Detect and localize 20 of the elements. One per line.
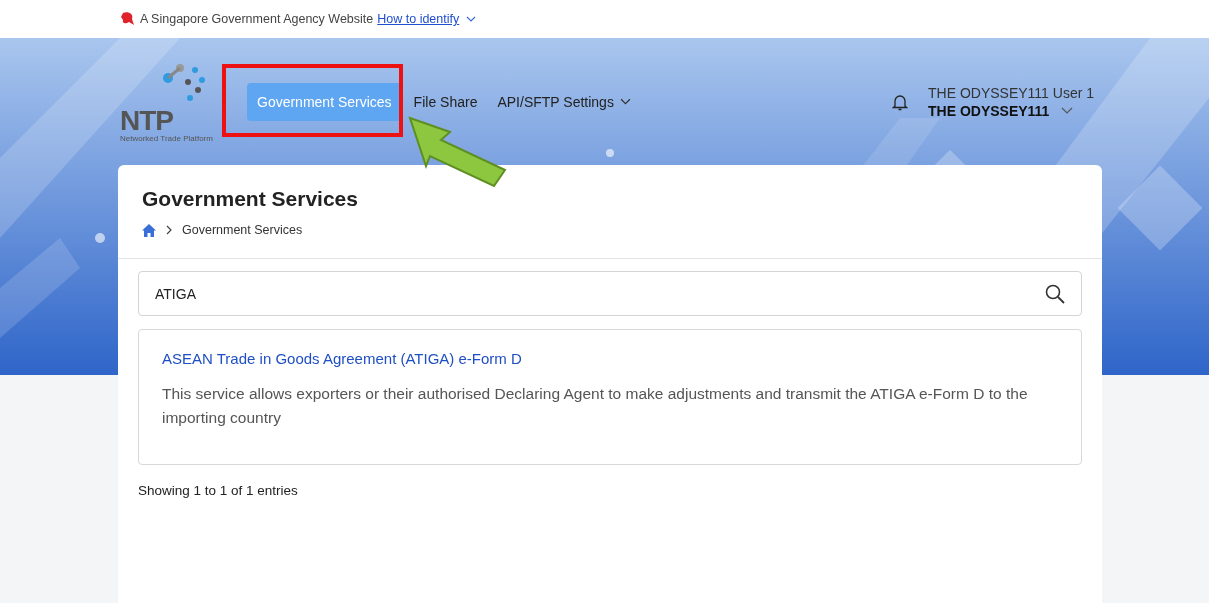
service-description: This service allows exporters or their authorised Declaring Agent to make adjustments and transmit the ATIGA e-Form D to the importing country (162, 384, 1029, 428)
masthead-text: A Singapore Government Agency Website (140, 12, 374, 26)
nav-tab[interactable]: API/SFTP Settings (487, 82, 641, 121)
service-link[interactable]: ASEAN Trade in Goods Agreement (ATIGA) e-Form D (162, 350, 522, 367)
chevron-icon[interactable] (1061, 107, 1074, 114)
entries-count: Showing 1 to 1 of 1 entries (138, 483, 299, 498)
chevron-icon (619, 98, 631, 105)
organisation-name: THE ODYSSEY111 (928, 102, 1050, 119)
page-title: Government Services (142, 187, 359, 211)
search-icon[interactable] (1045, 283, 1065, 304)
bell-icon[interactable] (892, 92, 908, 111)
identify-link[interactable]: How to identify (377, 12, 460, 26)
chevron-icon (466, 16, 477, 22)
nav-tab[interactable]: File Share (403, 82, 488, 121)
chevron-icon (166, 225, 172, 235)
search-field[interactable]: ATIGA (138, 271, 1082, 316)
lion-icon (120, 11, 136, 27)
home-icon[interactable] (142, 223, 156, 237)
user-name: THE ODYSSEY111 User 1 (928, 84, 1094, 101)
breadcrumb-item[interactable]: Government Services (182, 223, 303, 237)
